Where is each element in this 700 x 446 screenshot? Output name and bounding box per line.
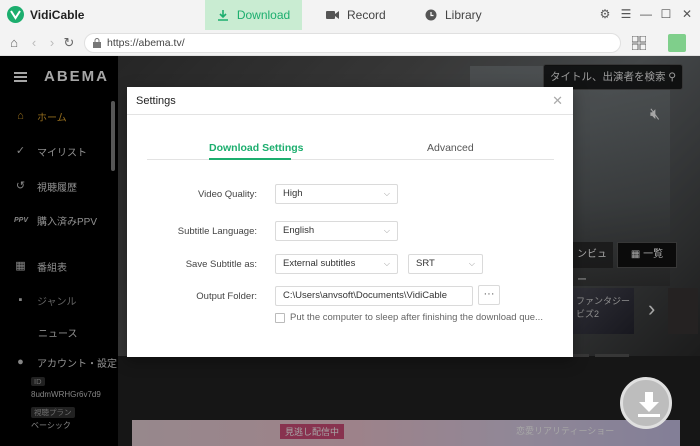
title-bar: VidiCable Download Record Library ⚙ ☰ — … [0,0,700,30]
tab-library-label: Library [445,8,482,22]
output-folder-label: Output Folder: [196,291,257,302]
reload-icon[interactable]: ↻ [62,36,76,50]
video-quality-select[interactable]: High ⌵ [275,184,398,204]
home-icon[interactable]: ⌂ [7,36,21,50]
subtitle-format-select[interactable]: SRT ⌵ [408,254,483,274]
sleep-checkbox[interactable] [275,313,285,323]
settings-dialog: Settings ✕ Download Settings Advanced Vi… [127,87,573,357]
tab-advanced[interactable]: Advanced [427,142,474,154]
chevron-down-icon: ⌵ [383,189,390,198]
tab-record-label: Record [347,8,386,22]
clock-icon [425,9,437,21]
download-fab-button[interactable] [620,377,672,429]
address-bar[interactable]: https://abema.tv/ [84,33,621,53]
dialog-title: Settings [136,95,176,107]
tab-download-label: Download [236,8,291,22]
menu-icon[interactable]: ☰ [619,7,633,21]
tab-record[interactable]: Record [326,0,386,30]
lock-icon [93,38,101,48]
back-icon[interactable]: ‹ [27,36,41,50]
download-extension-icon[interactable] [668,34,686,52]
active-tab-indicator [209,158,291,160]
forward-icon[interactable]: › [45,36,59,50]
minimize-icon[interactable]: — [639,7,653,21]
browser-toolbar: ⌂ ‹ › ↻ https://abema.tv/ [0,30,700,56]
save-subtitle-label: Save Subtitle as: [185,259,257,270]
settings-gear-icon[interactable]: ⚙ [598,7,612,21]
output-folder-input[interactable]: C:\Users\anvsoft\Documents\VidiCable [275,286,473,306]
tab-download[interactable]: Download [205,0,302,30]
chevron-down-icon: ⌵ [383,226,390,235]
subtitle-language-select[interactable]: English ⌵ [275,221,398,241]
chevron-down-icon: ⌵ [468,259,475,268]
save-subtitle-select[interactable]: External subtitles ⌵ [275,254,398,274]
subtitle-language-label: Subtitle Language: [177,226,257,237]
extensions-grid-icon[interactable] [632,36,646,50]
tab-library[interactable]: Library [425,0,482,30]
download-icon [217,10,228,21]
maximize-icon[interactable]: ☐ [659,7,673,21]
close-icon[interactable]: ✕ [680,7,694,21]
sleep-checkbox-label: Put the computer to sleep after finishin… [290,312,543,323]
tab-download-settings[interactable]: Download Settings [209,142,304,154]
video-camera-icon [326,11,339,19]
close-icon[interactable]: ✕ [552,93,563,109]
download-icon [638,392,660,417]
app-title: VidiCable [30,8,85,22]
video-quality-label: Video Quality: [198,189,257,200]
url-text: https://abema.tv/ [107,37,185,49]
browse-folder-button[interactable]: ··· [478,285,500,305]
chevron-down-icon: ⌵ [383,259,390,268]
app-logo-icon [7,6,24,23]
